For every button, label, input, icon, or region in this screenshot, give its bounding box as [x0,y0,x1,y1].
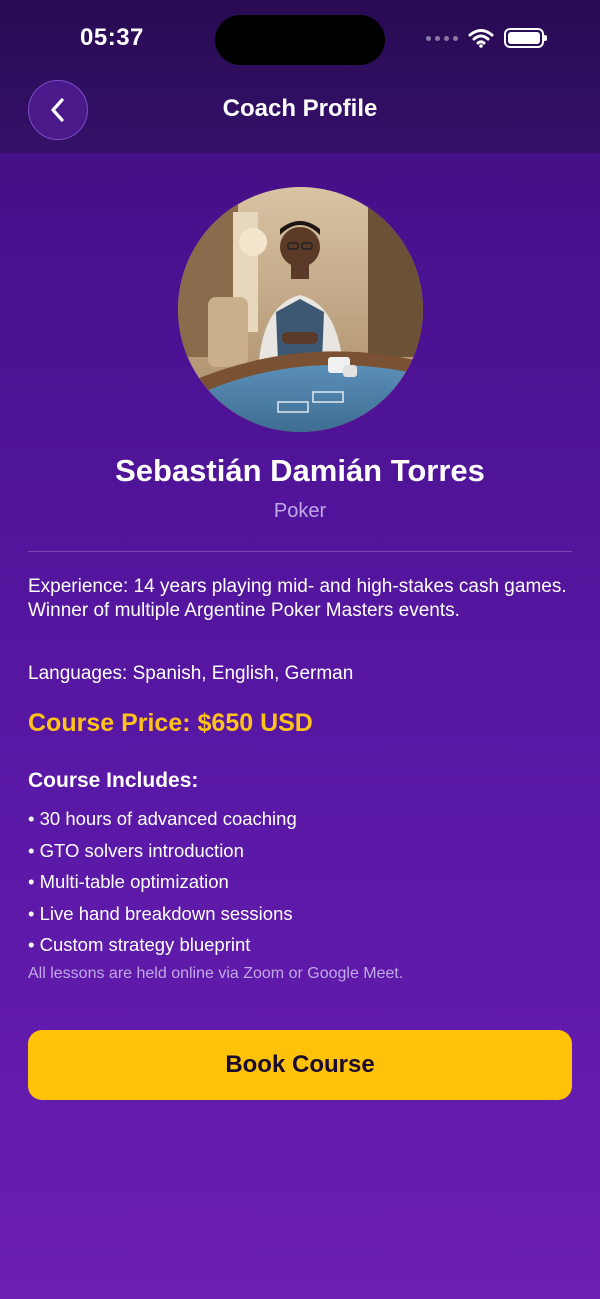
page-title: Coach Profile [222,95,378,122]
experience-text: Experience: 14 years playing mid- and hi… [28,576,567,621]
coach-avatar [178,187,423,432]
battery-icon [504,28,547,48]
list-item: • Live hand breakdown sessions [28,902,293,924]
status-icons [426,28,547,48]
dynamic-island [215,15,385,65]
coach-sport: Poker [273,500,327,522]
list-item: • Multi-table optimization [28,871,229,892]
list-item: • 30 hours of advanced coaching [28,808,297,829]
list-item: • Custom strategy blueprint [28,934,251,955]
includes-list: • 30 hours of advanced coaching • GTO so… [28,807,297,965]
book-course-button[interactable]: Book Course [28,1030,572,1100]
coach-name: Sebastián Damián Torres [115,453,485,488]
online-note: All lessons are held online via Zoom or … [28,965,404,982]
includes-title: Course Includes: [28,769,199,792]
list-item: • GTO solvers introduction [28,839,244,861]
cellular-dots-icon [426,35,458,41]
course-price: Course Price: $650 USD [28,709,313,737]
divider [28,551,572,552]
languages-text: Languages: Spanish, English, German [28,663,354,684]
status-time: 05:37 [80,24,144,51]
top-header: 05:37 Coach Profile [0,0,600,153]
wifi-icon [468,29,494,48]
